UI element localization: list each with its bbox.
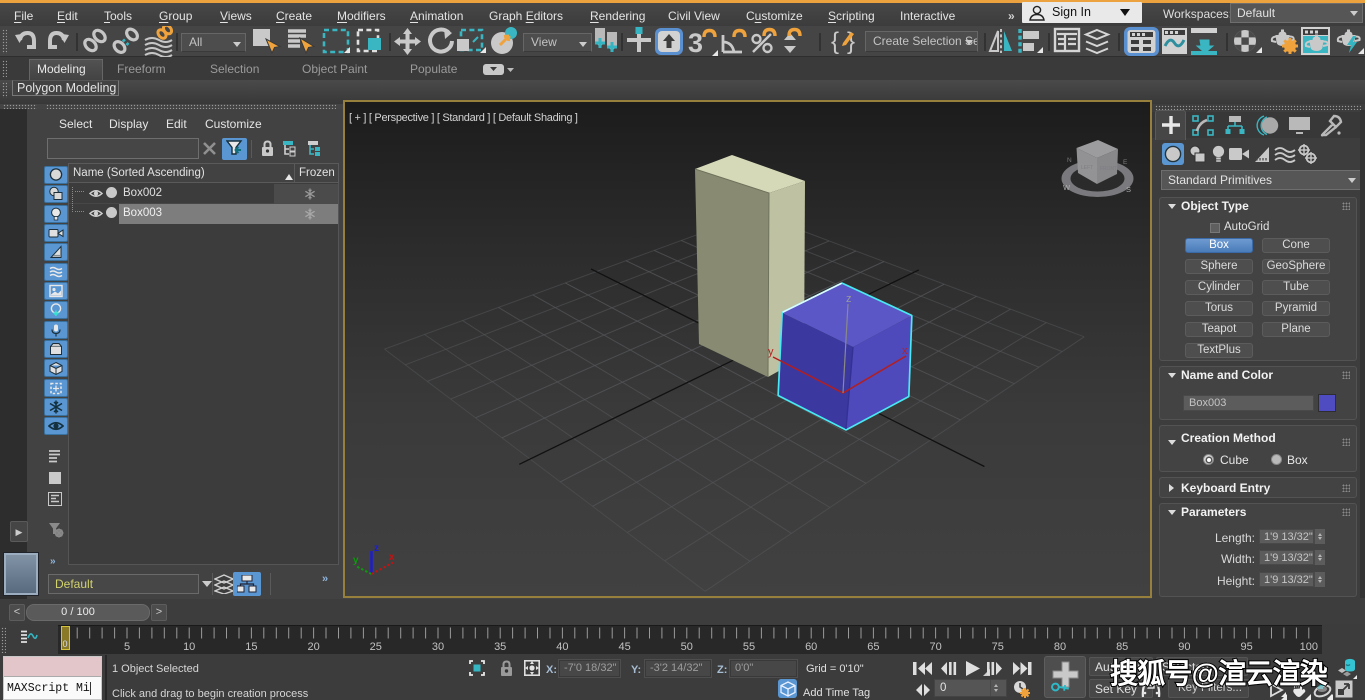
svg-text:3: 3 <box>688 28 703 57</box>
svg-text:45: 45 <box>618 641 630 653</box>
svg-text:N: N <box>1067 157 1072 164</box>
svg-text:FRONT: FRONT <box>1100 166 1117 172</box>
svg-text:15: 15 <box>245 641 257 653</box>
svg-text:{: { <box>831 28 839 55</box>
svg-text:LEFT: LEFT <box>1081 165 1093 171</box>
svg-text:40: 40 <box>556 641 568 653</box>
svg-text:x: x <box>389 552 395 563</box>
svg-text:y: y <box>768 346 774 358</box>
svg-text:z: z <box>374 543 379 554</box>
svg-text:E: E <box>1123 159 1128 166</box>
svg-text:S: S <box>1126 185 1131 194</box>
svg-text:80: 80 <box>1054 641 1066 653</box>
svg-text:50: 50 <box>681 641 693 653</box>
svg-text:75: 75 <box>992 641 1004 653</box>
svg-text:W: W <box>1063 183 1071 192</box>
svg-text:55: 55 <box>743 641 755 653</box>
svg-text:x: x <box>902 345 908 357</box>
svg-text:y: y <box>353 555 359 566</box>
svg-text:20: 20 <box>307 641 319 653</box>
svg-text:70: 70 <box>929 641 941 653</box>
svg-text:35: 35 <box>494 641 506 653</box>
svg-text:30: 30 <box>432 641 444 653</box>
svg-text:z: z <box>846 293 852 305</box>
svg-text:25: 25 <box>370 641 382 653</box>
svg-text:60: 60 <box>805 641 817 653</box>
svg-text:5: 5 <box>124 641 130 653</box>
svg-text:10: 10 <box>183 641 195 653</box>
svg-text:65: 65 <box>867 641 879 653</box>
